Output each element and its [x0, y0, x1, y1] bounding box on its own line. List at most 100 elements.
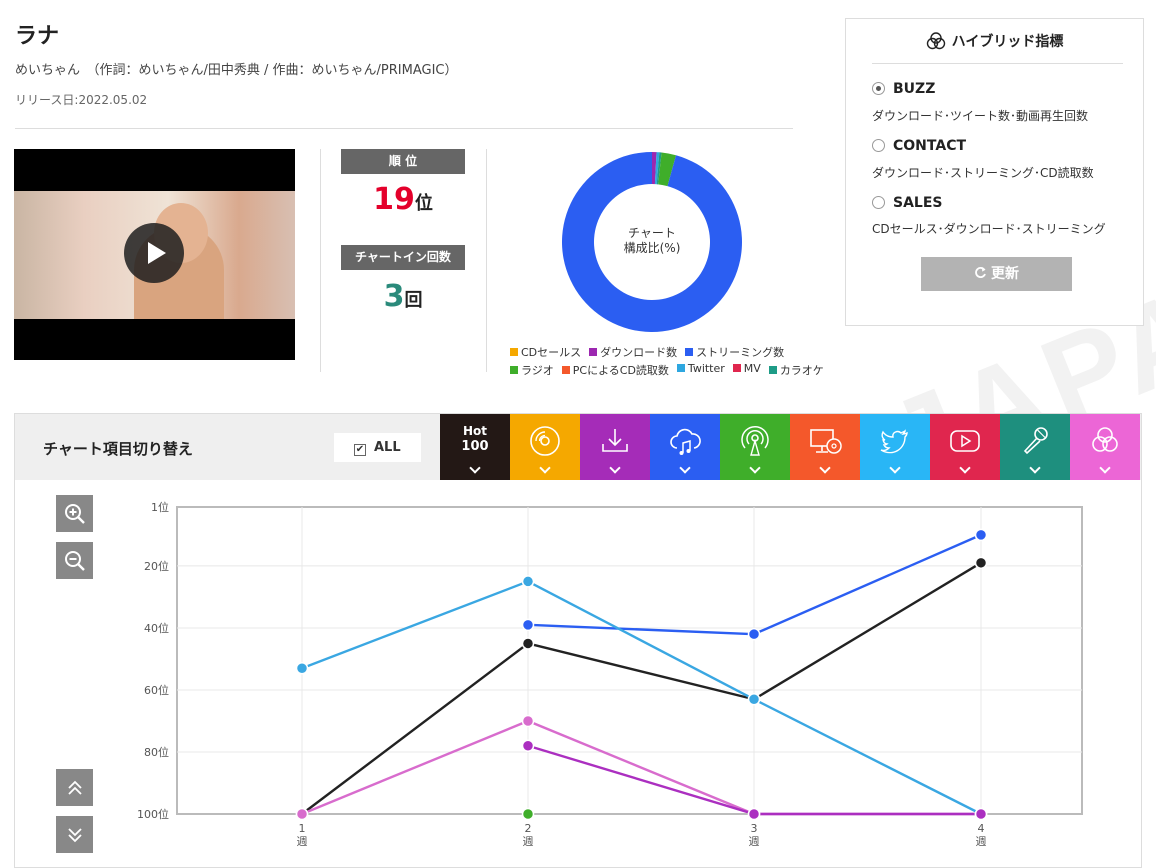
rank-label: 順 位	[341, 149, 465, 174]
data-point[interactable]	[521, 714, 535, 728]
y-tick-label: 100位	[137, 807, 169, 821]
x-tick-label: 3	[751, 822, 758, 835]
tab-pc-cd-read[interactable]	[790, 414, 860, 480]
legend-item: Twitter	[676, 362, 725, 378]
data-point[interactable]	[521, 807, 535, 821]
chart-in-number: 3	[383, 279, 405, 314]
twitter-icon	[880, 429, 908, 454]
donut-center-label: チャート 構成比(%)	[560, 226, 744, 256]
legend-swatch	[676, 364, 685, 372]
chart-tabs: Hot 100	[440, 414, 1140, 480]
radio-sales[interactable]: SALES	[872, 195, 943, 211]
y-tick-label: 60位	[144, 683, 169, 697]
zoom-out-button[interactable]	[56, 542, 93, 579]
tab-download[interactable]	[580, 414, 650, 480]
radio-contact[interactable]: CONTACT	[872, 138, 966, 154]
hybrid-panel: ハイブリッド指標 BUZZ ダウンロード･ツイート数･動画再生回数 CONTAC…	[845, 18, 1144, 326]
tab-karaoke[interactable]	[1000, 414, 1070, 480]
double-chevron-up-icon	[67, 780, 82, 795]
tab-radio[interactable]	[720, 414, 790, 480]
zoom-in-button[interactable]	[56, 495, 93, 532]
download-icon	[602, 429, 628, 452]
chart-in-label: チャートイン回数	[341, 245, 465, 270]
rank-number: 19	[373, 182, 415, 217]
chevron-down-icon	[609, 462, 621, 474]
mv-icon	[950, 430, 980, 452]
hot100-label-line1: Hot	[462, 424, 487, 438]
scroll-down-button[interactable]	[56, 816, 93, 853]
update-button[interactable]: 更新	[921, 257, 1072, 291]
legend-swatch	[768, 366, 777, 374]
radio-dot[interactable]	[872, 139, 885, 152]
check-icon: ✔	[354, 444, 366, 456]
data-point[interactable]	[295, 807, 309, 821]
karaoke-icon	[1023, 427, 1048, 455]
tab-hot100[interactable]: Hot 100	[440, 414, 510, 480]
play-icon[interactable]	[124, 223, 184, 283]
data-point[interactable]	[521, 637, 535, 650]
data-point[interactable]	[747, 807, 761, 821]
donut-center-line1: チャート	[628, 226, 676, 240]
data-point[interactable]	[521, 575, 535, 588]
radio-dot[interactable]	[872, 196, 885, 209]
radio-desc: ダウンロード･ストリーミング･CD読取数	[872, 166, 1094, 180]
data-point[interactable]	[974, 556, 988, 570]
chart-in-unit: 回	[404, 290, 423, 311]
streaming-icon	[670, 428, 701, 455]
legend-swatch	[685, 348, 694, 356]
divider	[15, 128, 793, 129]
radio-label: SALES	[893, 195, 943, 211]
tab-cd-sales[interactable]	[510, 414, 580, 480]
video-player[interactable]	[14, 149, 295, 360]
tab-hybrid[interactable]	[1070, 414, 1140, 480]
radio-buzz[interactable]: BUZZ	[872, 81, 935, 97]
x-tick-label: 週	[976, 835, 987, 848]
legend-swatch	[589, 348, 598, 356]
legend-item: MV	[732, 362, 761, 378]
chevron-down-icon	[959, 462, 971, 474]
radio-label: BUZZ	[893, 81, 936, 97]
legend-swatch	[510, 348, 518, 356]
pc-cd-icon	[810, 429, 842, 454]
scroll-up-button[interactable]	[56, 769, 93, 806]
divider	[320, 149, 321, 372]
radio-icon	[741, 425, 769, 456]
chevron-down-icon	[1099, 462, 1111, 474]
donut-legend-row1: CDセールス ダウンロード数 ストリーミング数	[510, 344, 784, 360]
hybrid-circles-icon	[926, 32, 945, 50]
x-tick-label: 週	[297, 835, 308, 848]
rank-line-chart: 1位20位40位60位80位100位1週2週3週4週	[137, 500, 1083, 848]
legend-item: ダウンロード数	[589, 344, 677, 360]
data-point[interactable]	[747, 693, 761, 706]
tab-mv[interactable]	[930, 414, 1000, 480]
x-tick-label: 週	[523, 835, 534, 848]
y-tick-label: 40位	[144, 621, 169, 635]
legend-label: CDセールス	[521, 346, 582, 359]
all-checkbox[interactable]: ✔ ALL	[334, 433, 421, 462]
divider	[872, 63, 1123, 64]
double-chevron-down-icon	[67, 827, 82, 842]
data-point[interactable]	[521, 618, 535, 632]
radio-desc: CDセールス･ダウンロード･ストリーミング	[872, 222, 1106, 236]
data-point[interactable]	[974, 807, 988, 821]
legend-item: CDセールス	[510, 344, 581, 360]
chevron-down-icon	[889, 462, 901, 474]
rank-unit: 位	[414, 193, 433, 214]
legend-item: ラジオ	[510, 362, 554, 378]
hybrid-title: ハイブリッド指標	[846, 31, 1143, 51]
legend-item: カラオケ	[768, 362, 824, 378]
radio-label: CONTACT	[893, 138, 967, 154]
hot100-label: Hot 100	[461, 424, 488, 454]
data-point[interactable]	[974, 528, 988, 542]
hybrid-title-text: ハイブリッド指標	[951, 34, 1064, 50]
rank-value: 19位	[341, 182, 465, 217]
legend-label: ラジオ	[521, 364, 554, 377]
radio-dot[interactable]	[872, 82, 885, 95]
data-point[interactable]	[295, 662, 309, 675]
y-tick-label: 80位	[144, 745, 169, 759]
data-point[interactable]	[747, 627, 761, 641]
chevron-down-icon	[469, 462, 481, 474]
data-point[interactable]	[521, 739, 535, 753]
tab-streaming[interactable]	[650, 414, 720, 480]
tab-twitter[interactable]	[860, 414, 930, 480]
